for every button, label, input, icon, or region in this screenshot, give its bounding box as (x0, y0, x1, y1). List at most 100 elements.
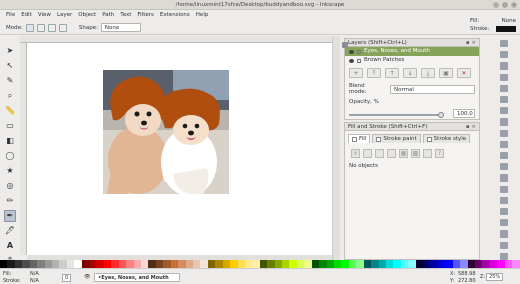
vertical-scrollbar[interactable] (332, 36, 340, 260)
palette-swatch[interactable] (185, 260, 193, 268)
palette-swatch[interactable] (326, 260, 334, 268)
palette-swatch[interactable] (215, 260, 223, 268)
flat-color-icon[interactable] (363, 149, 372, 158)
swatch-icon[interactable] (423, 149, 432, 158)
palette-swatch[interactable] (311, 260, 320, 268)
close-icon[interactable]: × (511, 2, 517, 8)
delete-layer-icon[interactable]: ✕ (457, 68, 471, 78)
palette-swatch[interactable] (467, 260, 475, 268)
palette-swatch[interactable] (74, 260, 82, 268)
layer-row[interactable]: Brown Patches (345, 56, 479, 65)
palette-swatch[interactable] (89, 260, 97, 268)
paste-icon[interactable] (500, 152, 508, 160)
clone-icon[interactable] (500, 208, 508, 216)
palette-swatch[interactable] (252, 260, 260, 268)
layer-visibility-icon[interactable]: 👁 (84, 274, 90, 280)
menu-layer[interactable]: Layer (54, 10, 75, 20)
print-icon[interactable] (500, 73, 508, 81)
horizontal-ruler[interactable] (20, 36, 332, 43)
palette-swatch[interactable] (356, 260, 364, 268)
palette-swatch[interactable] (408, 260, 416, 268)
palette-swatch[interactable] (22, 260, 30, 268)
palette-swatch[interactable] (445, 260, 453, 268)
dock-handle-icon[interactable] (341, 42, 348, 48)
palette-swatch[interactable] (430, 260, 438, 268)
palette-swatch[interactable] (415, 260, 424, 268)
status-opacity-input[interactable]: 0 (62, 274, 72, 282)
palette-swatch[interactable] (7, 260, 15, 268)
dialog-close-icon[interactable]: ▪ × (466, 39, 479, 46)
mode-bspline-button[interactable] (47, 23, 56, 32)
tab-stroke-style[interactable]: Stroke style (422, 134, 471, 143)
zoom-input[interactable]: 25% (486, 273, 504, 281)
palette-swatch[interactable] (29, 260, 38, 268)
palette-swatch[interactable] (460, 260, 468, 268)
cut-icon[interactable] (500, 140, 508, 149)
duplicate-icon[interactable] (500, 196, 508, 205)
pattern-icon[interactable]: ▩ (411, 149, 420, 158)
menu-path[interactable]: Path (99, 10, 117, 20)
palette-swatch[interactable] (296, 260, 305, 268)
menu-view[interactable]: View (35, 10, 54, 20)
shape-select[interactable]: None (100, 23, 141, 32)
menu-edit[interactable]: Edit (18, 10, 35, 20)
palette-swatch[interactable] (66, 260, 75, 268)
palette-swatch[interactable] (141, 260, 149, 268)
palette-swatch[interactable] (0, 260, 8, 268)
palette-swatch[interactable] (378, 260, 386, 268)
palette-swatch[interactable] (393, 260, 401, 268)
palette-swatch[interactable] (333, 260, 342, 268)
measure-tool-icon[interactable]: 📏 (4, 105, 16, 117)
new-document-icon[interactable] (500, 40, 508, 48)
eye-icon[interactable] (349, 58, 354, 63)
palette-swatch[interactable] (118, 260, 127, 268)
palette-swatch[interactable] (274, 260, 283, 268)
palette-swatch[interactable] (341, 260, 349, 268)
mesh-gradient-icon[interactable]: ▦ (399, 149, 408, 158)
palette-swatch[interactable] (155, 260, 164, 268)
raise-top-icon[interactable]: ⤒ (367, 68, 381, 78)
palette-swatch[interactable] (200, 260, 208, 268)
palette-swatch[interactable] (170, 260, 179, 268)
pencil-tool-icon[interactable]: ✏ (4, 195, 16, 207)
layer-row[interactable]: Eyes, Noses, and Mouth (345, 47, 479, 56)
pen-tool-icon[interactable]: ✒ (4, 210, 16, 222)
raise-icon[interactable]: ↑ (385, 68, 399, 78)
palette-swatch[interactable] (148, 260, 156, 268)
palette-swatch[interactable] (230, 260, 238, 268)
rectangle-tool-icon[interactable]: ▭ (4, 120, 16, 132)
palette-swatch[interactable] (207, 260, 216, 268)
artwork-photo[interactable] (103, 70, 229, 194)
ungroup-icon[interactable] (500, 230, 508, 238)
palette-swatch[interactable] (133, 260, 142, 268)
mode-paraxial-button[interactable] (58, 23, 67, 32)
zoom-selection-icon[interactable] (500, 163, 508, 171)
palette-swatch[interactable] (59, 260, 67, 268)
palette-swatch[interactable] (37, 260, 45, 268)
palette-swatch[interactable] (385, 260, 394, 268)
palette-swatch[interactable] (452, 260, 461, 268)
palette-swatch[interactable] (192, 260, 201, 268)
menu-file[interactable]: File (3, 10, 18, 20)
add-layer-icon[interactable]: + (349, 68, 363, 78)
palette-swatch[interactable] (178, 260, 186, 268)
linear-gradient-icon[interactable] (375, 149, 384, 158)
calligraphy-tool-icon[interactable]: 🖋 (4, 225, 16, 237)
tab-fill[interactable]: Fill (348, 134, 371, 143)
zoom-tool-icon[interactable]: ⌕ (4, 90, 16, 102)
palette-swatch[interactable] (504, 260, 513, 268)
lower-bottom-icon[interactable]: ⤓ (421, 68, 435, 78)
text-tool-icon[interactable]: A (4, 240, 16, 252)
import-icon[interactable] (500, 84, 508, 93)
dialog-close-icon[interactable]: ▪ × (466, 123, 479, 130)
palette-swatch[interactable] (512, 260, 520, 268)
palette-swatch[interactable] (363, 260, 372, 268)
vertical-ruler[interactable] (20, 43, 27, 255)
mode-regular-bezier-button[interactable] (25, 23, 34, 32)
move-layer-icon[interactable]: ▣ (439, 68, 453, 78)
menu-object[interactable]: Object (75, 10, 99, 20)
palette-swatch[interactable] (103, 260, 112, 268)
mode-spiro-button[interactable] (36, 23, 45, 32)
status-layer-select[interactable]: •Eyes, Noses, and Mouth (94, 273, 180, 282)
eye-icon[interactable] (349, 49, 354, 54)
